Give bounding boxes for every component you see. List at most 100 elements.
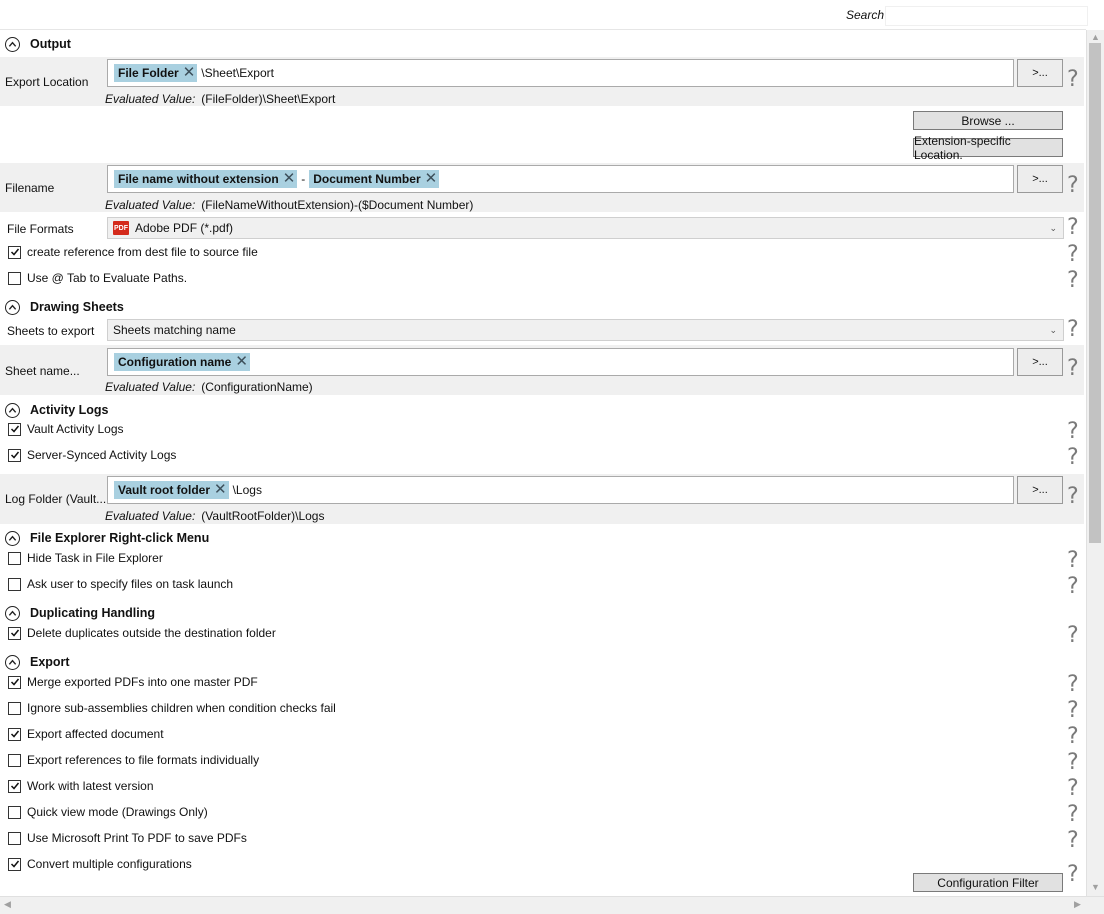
help-icon[interactable]: ? bbox=[1067, 576, 1079, 598]
checkbox-label: Quick view mode (Drawings Only) bbox=[27, 805, 208, 819]
search-input[interactable] bbox=[885, 6, 1088, 26]
export-location-field[interactable]: File Folder ✕ \Sheet\Export bbox=[107, 59, 1014, 87]
ask-user-checkbox[interactable]: Ask user to specify files on task launch bbox=[0, 576, 233, 592]
token-label: Configuration name bbox=[118, 354, 232, 369]
use-at-tab-checkbox[interactable]: Use @ Tab to Evaluate Paths. bbox=[0, 270, 187, 286]
token-label: Vault root folder bbox=[118, 482, 211, 497]
help-icon[interactable]: ? bbox=[1067, 778, 1079, 800]
help-icon[interactable]: ? bbox=[1067, 69, 1079, 91]
ignore-sub-assemblies-checkbox[interactable]: Ignore sub-assemblies children when cond… bbox=[0, 700, 336, 716]
checkbox-label: Server-Synced Activity Logs bbox=[27, 448, 177, 462]
close-icon[interactable]: ✕ bbox=[183, 65, 196, 80]
help-icon[interactable]: ? bbox=[1067, 830, 1079, 852]
checkbox[interactable] bbox=[8, 448, 21, 462]
eval-label: Evaluated Value: bbox=[105, 198, 196, 212]
help-icon[interactable]: ? bbox=[1067, 319, 1079, 341]
browse-button[interactable]: Browse ... bbox=[913, 111, 1063, 130]
help-icon[interactable]: ? bbox=[1067, 752, 1079, 774]
sheets-to-export-select[interactable]: Sheets matching name ⌄ bbox=[107, 319, 1064, 341]
quick-view-checkbox[interactable]: Quick view mode (Drawings Only) bbox=[0, 804, 208, 820]
section-export-header[interactable]: Export bbox=[0, 652, 70, 672]
scroll-down-icon[interactable]: ▼ bbox=[1091, 882, 1100, 892]
help-icon[interactable]: ? bbox=[1067, 550, 1079, 572]
scrollbar-thumb[interactable] bbox=[1089, 43, 1101, 543]
create-reference-checkbox[interactable]: create reference from dest file to sourc… bbox=[0, 244, 258, 260]
scroll-right-icon[interactable]: ▶ bbox=[1074, 899, 1081, 910]
log-folder-field[interactable]: Vault root folder ✕ \Logs bbox=[107, 476, 1014, 504]
checkbox[interactable] bbox=[8, 577, 21, 591]
file-formats-value: Adobe PDF (*.pdf) bbox=[135, 221, 234, 235]
sheet-name-browse-button[interactable]: >... bbox=[1017, 348, 1063, 376]
close-icon[interactable]: ✕ bbox=[235, 354, 248, 369]
collapse-icon[interactable] bbox=[5, 654, 20, 670]
close-icon[interactable]: ✕ bbox=[214, 482, 227, 497]
extension-location-button[interactable]: Extension-specific Location. bbox=[913, 134, 1063, 162]
file-formats-select[interactable]: PDF Adobe PDF (*.pdf) ⌄ bbox=[107, 217, 1064, 239]
scroll-up-icon[interactable]: ▲ bbox=[1091, 32, 1100, 42]
collapse-icon[interactable] bbox=[5, 530, 20, 546]
help-icon[interactable]: ? bbox=[1067, 358, 1079, 380]
section-duplicating-header[interactable]: Duplicating Handling bbox=[0, 603, 155, 623]
collapse-icon[interactable] bbox=[5, 36, 20, 52]
help-icon[interactable]: ? bbox=[1067, 270, 1079, 292]
export-location-browse-button[interactable]: >... bbox=[1017, 59, 1063, 87]
checkbox[interactable] bbox=[8, 857, 21, 871]
export-references-checkbox[interactable]: Export references to file formats indivi… bbox=[0, 752, 259, 768]
checkbox[interactable] bbox=[8, 701, 21, 715]
log-folder-browse-button[interactable]: >... bbox=[1017, 476, 1063, 504]
scroll-left-icon[interactable]: ◀ bbox=[4, 899, 11, 910]
close-icon[interactable]: ✕ bbox=[425, 171, 438, 186]
eval-label: Evaluated Value: bbox=[105, 92, 196, 106]
help-icon[interactable]: ? bbox=[1067, 244, 1079, 266]
help-icon[interactable]: ? bbox=[1067, 674, 1079, 696]
configuration-filter-button[interactable]: Configuration Filter bbox=[913, 873, 1063, 892]
checkbox[interactable] bbox=[8, 271, 21, 285]
help-icon[interactable]: ? bbox=[1067, 175, 1079, 197]
help-icon[interactable]: ? bbox=[1067, 447, 1079, 469]
merge-pdfs-checkbox[interactable]: Merge exported PDFs into one master PDF bbox=[0, 674, 258, 690]
section-explorer-menu-header[interactable]: File Explorer Right-click Menu bbox=[0, 528, 209, 548]
help-icon[interactable]: ? bbox=[1067, 486, 1079, 508]
path-suffix: \Logs bbox=[232, 483, 262, 497]
section-output-header[interactable]: Output bbox=[0, 34, 71, 54]
help-icon[interactable]: ? bbox=[1067, 625, 1079, 647]
help-icon[interactable]: ? bbox=[1067, 421, 1079, 443]
help-icon[interactable]: ? bbox=[1067, 864, 1079, 886]
hide-task-checkbox[interactable]: Hide Task in File Explorer bbox=[0, 550, 163, 566]
help-icon[interactable]: ? bbox=[1067, 804, 1079, 826]
latest-version-checkbox[interactable]: Work with latest version bbox=[0, 778, 154, 794]
checkbox[interactable] bbox=[8, 805, 21, 819]
section-drawing-sheets-header[interactable]: Drawing Sheets bbox=[0, 297, 124, 317]
server-synced-logs-checkbox[interactable]: Server-Synced Activity Logs bbox=[0, 447, 176, 463]
close-icon[interactable]: ✕ bbox=[283, 171, 296, 186]
checkbox[interactable] bbox=[8, 779, 21, 793]
collapse-icon[interactable] bbox=[5, 605, 20, 621]
sheet-name-field[interactable]: Configuration name ✕ bbox=[107, 348, 1014, 376]
help-icon[interactable]: ? bbox=[1067, 217, 1079, 239]
checkbox[interactable] bbox=[8, 753, 21, 767]
delete-duplicates-checkbox[interactable]: Delete duplicates outside the destinatio… bbox=[0, 625, 276, 641]
section-title: Drawing Sheets bbox=[30, 300, 124, 314]
filename-field[interactable]: File name without extension ✕ - Document … bbox=[107, 165, 1014, 193]
checkbox[interactable] bbox=[8, 675, 21, 689]
ms-print-checkbox[interactable]: Use Microsoft Print To PDF to save PDFs bbox=[0, 830, 247, 846]
help-icon[interactable]: ? bbox=[1067, 700, 1079, 722]
checkbox[interactable] bbox=[8, 626, 21, 640]
vault-activity-logs-checkbox[interactable]: Vault Activity Logs bbox=[0, 421, 124, 437]
sheets-to-export-value: Sheets matching name bbox=[113, 323, 236, 337]
export-affected-checkbox[interactable]: Export affected document bbox=[0, 726, 164, 742]
section-activity-logs-header[interactable]: Activity Logs bbox=[0, 400, 109, 420]
eval-value: (ConfigurationName) bbox=[201, 380, 313, 394]
collapse-icon[interactable] bbox=[5, 299, 20, 315]
checkbox[interactable] bbox=[8, 831, 21, 845]
horizontal-scrollbar[interactable] bbox=[0, 896, 1104, 914]
filename-browse-button[interactable]: >... bbox=[1017, 165, 1063, 193]
checkbox[interactable] bbox=[8, 422, 21, 436]
convert-configurations-checkbox[interactable]: Convert multiple configurations bbox=[0, 856, 192, 872]
checkbox[interactable] bbox=[8, 245, 21, 259]
checkbox[interactable] bbox=[8, 727, 21, 741]
checkbox[interactable] bbox=[8, 551, 21, 565]
log-folder-label: Log Folder (Vault... bbox=[5, 492, 107, 506]
help-icon[interactable]: ? bbox=[1067, 726, 1079, 748]
collapse-icon[interactable] bbox=[5, 402, 20, 418]
